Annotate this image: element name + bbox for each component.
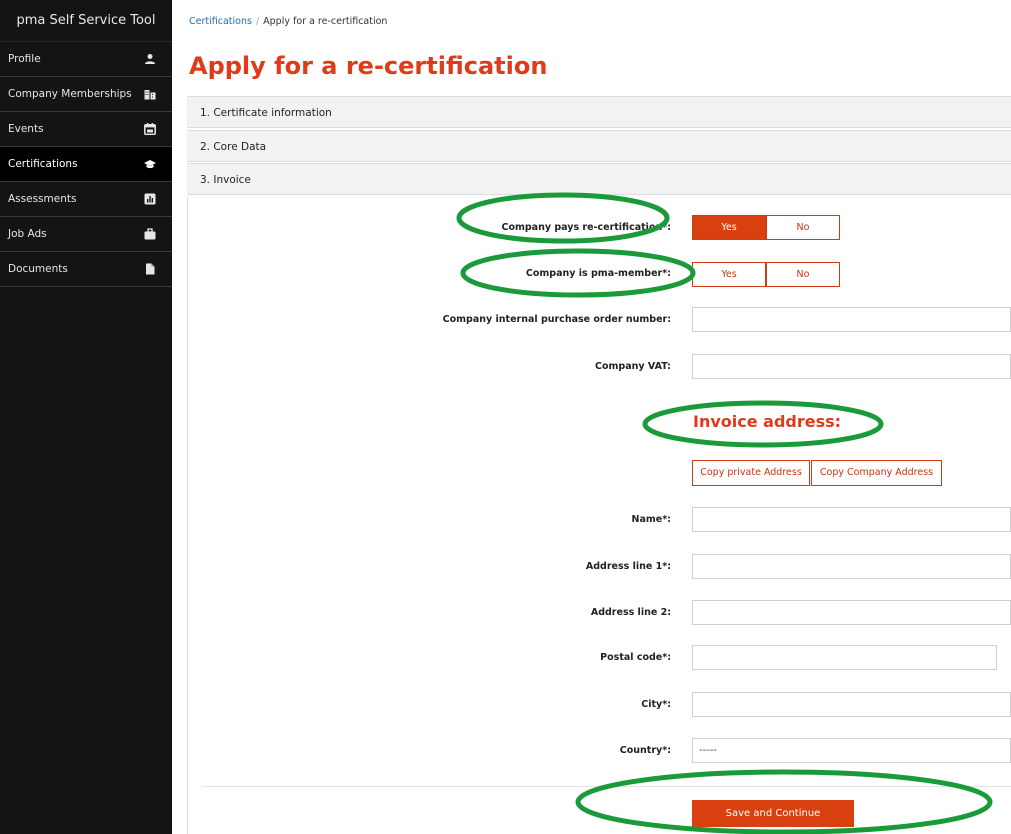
- section-invoice[interactable]: 3. Invoice: [187, 163, 1011, 195]
- file-icon: [144, 263, 156, 275]
- company-pays-no-button[interactable]: No: [766, 215, 840, 240]
- breadcrumb-certifications-link[interactable]: Certifications: [189, 16, 252, 27]
- sidebar-item-label: Certifications: [8, 158, 78, 170]
- sidebar-item-profile[interactable]: Profile: [0, 42, 172, 77]
- building-icon: [144, 88, 156, 100]
- country-select[interactable]: -----: [692, 738, 1011, 763]
- company-pays-yes-button[interactable]: Yes: [692, 215, 766, 240]
- postal-code-label: Postal code*:: [600, 652, 671, 663]
- app-title: pma Self Service Tool: [0, 0, 172, 42]
- copy-company-address-button[interactable]: Copy Company Address: [811, 460, 942, 486]
- sidebar-item-certifications[interactable]: Certifications: [0, 147, 172, 182]
- section-core-data[interactable]: 2. Core Data: [187, 130, 1011, 162]
- form-divider: [202, 786, 1011, 787]
- sidebar-item-documents[interactable]: Documents: [0, 252, 172, 287]
- sidebar-item-label: Job Ads: [8, 228, 47, 240]
- city-label: City*:: [641, 699, 671, 710]
- sidebar-item-events[interactable]: Events: [0, 112, 172, 147]
- user-icon: [144, 53, 156, 65]
- postal-code-input[interactable]: [692, 645, 997, 670]
- breadcrumb-current: Apply for a re-certification: [263, 16, 388, 27]
- sidebar-item-label: Documents: [8, 263, 68, 275]
- section-certificate-information[interactable]: 1. Certificate information: [187, 96, 1011, 128]
- sidebar-item-label: Profile: [8, 53, 41, 65]
- address-line-1-input[interactable]: [692, 554, 1011, 579]
- po-number-input[interactable]: [692, 307, 1011, 332]
- briefcase-icon: [144, 228, 156, 240]
- company-member-no-button[interactable]: No: [766, 262, 840, 287]
- company-member-yes-button[interactable]: Yes: [692, 262, 766, 287]
- breadcrumb-separator: /: [255, 16, 260, 27]
- country-label: Country*:: [619, 745, 671, 756]
- calendar-icon: [144, 123, 156, 135]
- breadcrumb: Certifications / Apply for a re-certificat…: [189, 16, 387, 27]
- address-line-2-input[interactable]: [692, 600, 1011, 625]
- main-content: Certifications / Apply for a re-certificat…: [186, 0, 1011, 834]
- save-and-continue-button[interactable]: Save and Continue: [692, 800, 854, 827]
- company-pays-label: Company pays re-certification*:: [501, 222, 671, 233]
- name-input[interactable]: [692, 507, 1011, 532]
- sidebar-item-job-ads[interactable]: Job Ads: [0, 217, 172, 252]
- copy-private-address-button[interactable]: Copy private Address: [692, 460, 810, 486]
- sidebar-item-assessments[interactable]: Assessments: [0, 182, 172, 217]
- sidebar-item-label: Events: [8, 123, 44, 135]
- company-member-label: Company is pma-member*:: [525, 268, 671, 279]
- vat-input[interactable]: [692, 354, 1011, 379]
- sidebar-item-company-memberships[interactable]: Company Memberships: [0, 77, 172, 112]
- sidebar: pma Self Service Tool Profile Company Me…: [0, 0, 172, 834]
- po-number-label: Company internal purchase order number:: [442, 314, 671, 325]
- graduation-cap-icon: [144, 158, 156, 170]
- bar-chart-icon: [144, 193, 156, 205]
- country-select-value: -----: [699, 745, 718, 756]
- invoice-address-heading: Invoice address:: [693, 412, 842, 431]
- page-title: Apply for a re-certification: [189, 52, 548, 80]
- address-line-2-label: Address line 2:: [590, 607, 671, 618]
- sidebar-item-label: Company Memberships: [8, 88, 132, 100]
- city-input[interactable]: [692, 692, 1011, 717]
- vat-label: Company VAT:: [595, 361, 671, 372]
- name-label: Name*:: [631, 514, 671, 525]
- sidebar-item-label: Assessments: [8, 193, 77, 205]
- address-line-1-label: Address line 1*:: [585, 561, 671, 572]
